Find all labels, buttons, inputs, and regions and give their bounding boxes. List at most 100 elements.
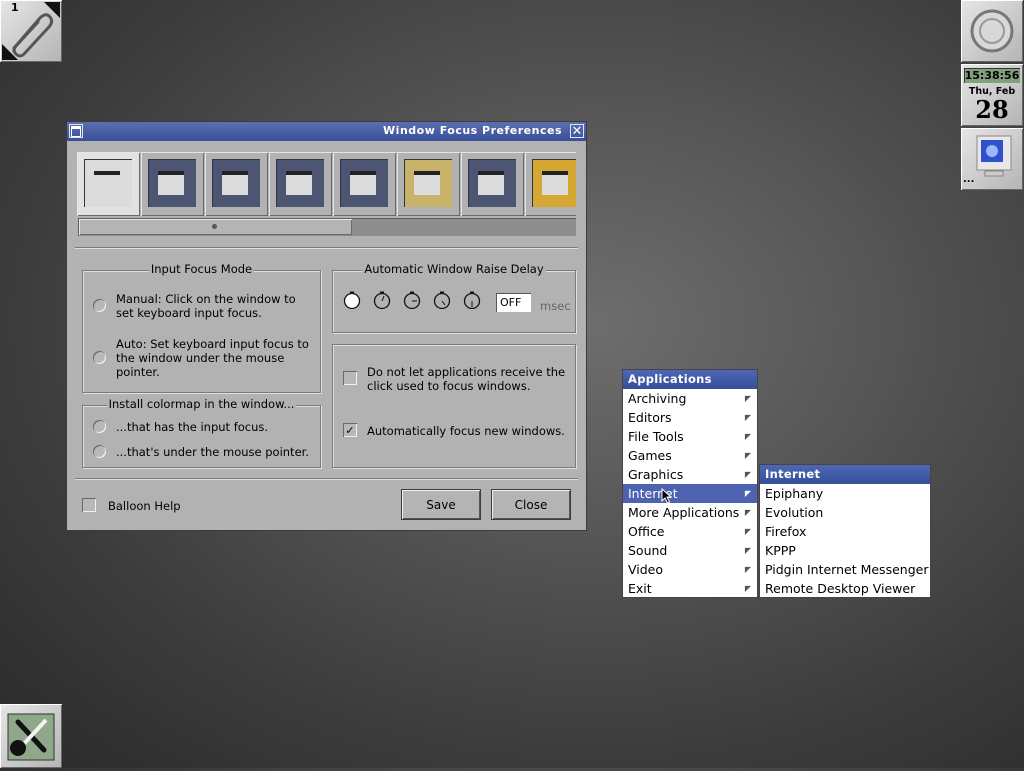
submenu-item-remote-desktop-viewer[interactable]: Remote Desktop Viewer [760,579,930,598]
submenu-arrow-icon: ◤ [744,394,751,403]
divider-top [75,247,578,249]
colormap-group: Install colormap in the window... ...tha… [82,397,321,468]
raise-delay-unit: msec [540,299,571,313]
move-prefs-icon [148,159,196,207]
screwdriver-icon [7,713,55,761]
applications-menu-title: Applications [623,370,757,389]
panel-prefs-icon [468,159,516,207]
close-button[interactable]: Close [492,490,570,519]
divider-bottom [75,478,578,480]
calendar-date: 28 [975,95,1009,124]
balloon-help-label[interactable]: Balloon Help [108,499,181,513]
toolbar-scrollbar[interactable] [78,218,576,236]
colormap-pointer-label[interactable]: ...that's under the mouse pointer. [116,445,309,459]
raise-delay-field[interactable]: OFF [496,293,531,312]
auto-focus-new-label[interactable]: Automatically focus new windows. [367,424,565,438]
colormap-focus-radio[interactable] [93,420,106,433]
dock: 15:38:56 Thu, Feb 28 ... [961,0,1024,190]
input-focus-group: Input Focus Mode Manual: Click on the wi… [82,262,321,393]
desktop-prefs-icon [404,159,452,207]
menu-item-exit[interactable]: Exit ◤ [623,579,757,598]
submenu-arrow-icon: ◤ [744,546,751,555]
menu-item-sound[interactable]: Sound ◤ [623,541,757,560]
submenu-item-evolution[interactable]: Evolution [760,503,930,522]
misc-prefs-icon [276,159,324,207]
auto-focus-new-checkbox[interactable]: ✓ [343,423,357,437]
mouse-pointer-icon [661,488,673,504]
colormap-label: Install colormap in the window... [106,397,297,411]
menu-item-archiving[interactable]: Archiving ◤ [623,389,757,408]
colormap-pointer-radio[interactable] [93,445,106,458]
submenu-arrow-icon: ◤ [744,470,751,479]
focus-options-group: Do not let applications receive the clic… [332,344,576,468]
close-icon: ✕ [571,123,583,139]
tool-desktop[interactable] [397,152,460,216]
theme-prefs-icon [532,159,576,207]
auto-focus-label[interactable]: Auto: Set keyboard input focus to the wi… [116,337,316,379]
stopwatch-0-icon[interactable] [343,291,361,309]
submenu-item-pidgin[interactable]: Pidgin Internet Messenger [760,560,930,579]
manual-focus-radio[interactable] [93,299,106,312]
applications-menu: Applications Archiving ◤ Editors ◤ File To… [622,369,758,598]
menu-item-office[interactable]: Office ◤ [623,522,757,541]
window-menu-button[interactable] [69,124,83,138]
more-indicator: ... [963,174,975,185]
menu-item-editors[interactable]: Editors ◤ [623,408,757,427]
placement-prefs-icon [212,159,260,207]
manual-focus-label[interactable]: Manual: Click on the window to set keybo… [116,292,311,320]
colormap-focus-label[interactable]: ...that has the input focus. [116,420,268,434]
stopwatch-4-icon[interactable] [463,291,481,309]
menu-item-internet[interactable]: Internet ◤ [623,484,757,504]
thumb-grip-icon [212,224,217,229]
submenu-arrow-icon: ◤ [744,451,751,460]
title-bar[interactable]: Window Focus Preferences ✕ [67,122,586,141]
no-click-checkbox[interactable] [343,371,357,385]
clock-time: 15:38:56 [964,68,1020,83]
menu-item-games[interactable]: Games ◤ [623,446,757,465]
window-close-button[interactable]: ✕ [570,124,584,138]
menu-prefs-icon [340,159,388,207]
tool-menu[interactable] [333,152,396,216]
submenu-item-firefox[interactable]: Firefox [760,522,930,541]
tool-placement[interactable] [205,152,268,216]
focus-prefs-icon [84,159,132,207]
submenu-item-kppp[interactable]: KPPP [760,541,930,560]
submenu-arrow-icon: ◤ [744,527,751,536]
stopwatch-3-icon[interactable] [433,291,451,309]
tool-panel[interactable] [461,152,524,216]
menu-item-more-applications[interactable]: More Applications ◤ [623,503,757,522]
tool-misc[interactable] [269,152,332,216]
tool-move[interactable] [141,152,204,216]
auto-focus-radio[interactable] [93,351,106,364]
internet-submenu: Internet Epiphany Evolution Firefox KPPP… [759,464,931,598]
window-focus-preferences: Window Focus Preferences ✕ Input Focus M… [66,121,587,531]
submenu-arrow-icon: ◤ [744,584,751,593]
menu-item-video[interactable]: Video ◤ [623,560,757,579]
stopwatch-2-icon[interactable] [403,291,421,309]
workspace-pager[interactable]: 1 [0,0,62,62]
internet-submenu-title: Internet [760,465,930,484]
menu-item-file-tools[interactable]: File Tools ◤ [623,427,757,446]
paperclip-icon [2,2,60,60]
tool-focus[interactable] [77,152,140,216]
raise-delay-label: Automatic Window Raise Delay [362,262,546,276]
submenu-item-epiphany[interactable]: Epiphany [760,484,930,503]
submenu-arrow-icon: ◤ [744,565,751,574]
dock-tile-preferences[interactable] [0,704,62,768]
balloon-help-checkbox[interactable] [82,498,96,512]
submenu-arrow-icon: ◤ [744,508,751,517]
submenu-arrow-icon: ◤ [744,413,751,422]
clock-app-icon [970,9,1014,53]
menu-item-graphics[interactable]: Graphics ◤ [623,465,757,484]
input-focus-label: Input Focus Mode [148,262,255,276]
clock-date-tile: 15:38:56 Thu, Feb 28 [961,64,1023,126]
no-click-label[interactable]: Do not let applications receive the clic… [367,365,572,393]
checkmark-icon: ✓ [345,423,355,437]
dock-tile-clock-app[interactable] [961,0,1023,62]
save-button[interactable]: Save [402,490,480,519]
stopwatch-1-icon[interactable] [373,291,391,309]
submenu-arrow-icon: ◤ [744,432,751,441]
tool-theme[interactable] [525,152,576,216]
dock-tile-monitor[interactable]: ... [961,128,1023,190]
scrollbar-thumb[interactable] [79,219,352,235]
